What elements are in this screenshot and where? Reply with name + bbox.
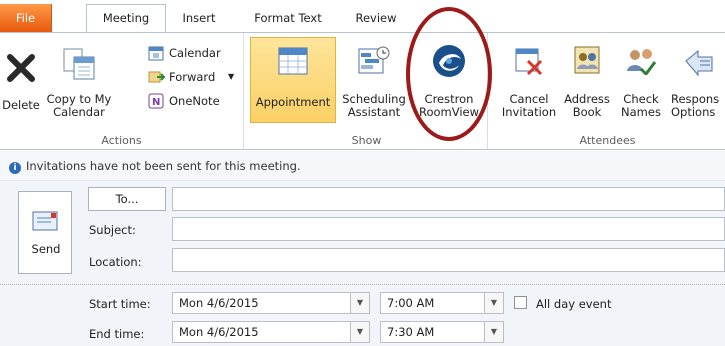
- appointment-icon: [278, 47, 308, 75]
- forward-icon: [148, 71, 166, 83]
- actions-group-label: Actions: [101, 134, 142, 147]
- end-date-chevron-icon[interactable]: ▼: [350, 321, 370, 343]
- copy-to-calendar-button[interactable]: Copy to My Calendar: [42, 39, 116, 123]
- scheduling-icon: [358, 46, 390, 74]
- check-names-icon: [627, 49, 657, 75]
- onenote-icon: N: [148, 93, 164, 109]
- scheduling-assistant-button[interactable]: Scheduling Assistant: [338, 39, 410, 123]
- ribbon: Delete Copy to My Calendar Calendar Forw…: [0, 7, 725, 150]
- copy-calendar-icon: [63, 48, 95, 80]
- tab-review[interactable]: Review: [346, 5, 406, 32]
- location-field[interactable]: [172, 248, 725, 272]
- cancel-invitation-icon: [515, 48, 543, 76]
- onenote-button[interactable]: N OneNote: [148, 91, 238, 111]
- response-options-icon: [685, 49, 713, 77]
- to-field[interactable]: [172, 187, 725, 211]
- send-icon: [32, 211, 58, 231]
- end-time-label: End time:: [89, 327, 145, 341]
- all-day-checkbox[interactable]: [514, 296, 527, 309]
- ribbon-tab-bar: File Meeting Insert Format Text Review: [0, 0, 725, 32]
- end-time-chevron-icon[interactable]: ▼: [484, 321, 504, 343]
- info-icon: i: [9, 162, 21, 174]
- attendees-group-label: Attendees: [579, 134, 636, 147]
- subject-field[interactable]: [172, 217, 725, 241]
- calendar-icon: [148, 46, 164, 61]
- start-time-dropdown[interactable]: 7:00 AM: [380, 292, 486, 314]
- calendar-button[interactable]: Calendar: [148, 43, 238, 63]
- start-date-dropdown[interactable]: Mon 4/6/2015: [172, 292, 352, 314]
- end-time-dropdown[interactable]: 7:30 AM: [380, 321, 486, 343]
- tab-insert[interactable]: Insert: [170, 5, 228, 32]
- subject-label: Subject:: [89, 223, 136, 237]
- attendees-group: Cancel Invitation Address Book Check Nam…: [490, 33, 725, 149]
- tab-file[interactable]: File: [0, 4, 52, 32]
- send-button[interactable]: Send: [18, 191, 72, 274]
- forward-button[interactable]: Forward ▼: [148, 67, 242, 87]
- location-label: Location:: [89, 255, 142, 269]
- chevron-down-icon: ▼: [228, 72, 235, 81]
- cancel-invitation-button[interactable]: Cancel Invitation: [498, 39, 560, 123]
- response-options-button[interactable]: Respons Options: [668, 39, 725, 123]
- info-bar: i Invitations have not been sent for thi…: [0, 151, 725, 181]
- annotation-circle: [406, 7, 492, 141]
- separator: [0, 284, 725, 285]
- end-date-dropdown[interactable]: Mon 4/6/2015: [172, 321, 352, 343]
- svg-text:N: N: [152, 97, 160, 108]
- delete-icon: [7, 54, 35, 82]
- address-book-icon: [574, 46, 600, 74]
- start-time-label: Start time:: [89, 297, 151, 311]
- start-date-chevron-icon[interactable]: ▼: [350, 292, 370, 314]
- all-day-label: All day event: [536, 297, 612, 311]
- appointment-button[interactable]: Appointment: [250, 37, 336, 123]
- address-book-button[interactable]: Address Book: [560, 39, 614, 123]
- meeting-form: Send To... Subject: Location: Start time…: [0, 181, 725, 346]
- delete-button[interactable]: Delete: [2, 39, 40, 123]
- start-time-chevron-icon[interactable]: ▼: [484, 292, 504, 314]
- tab-format-text[interactable]: Format Text: [240, 5, 336, 32]
- tab-meeting[interactable]: Meeting: [86, 4, 166, 32]
- actions-group: Delete Copy to My Calendar Calendar Forw…: [0, 33, 244, 149]
- to-button[interactable]: To...: [88, 187, 166, 211]
- info-text: Invitations have not been sent for this …: [26, 159, 301, 173]
- check-names-button[interactable]: Check Names: [616, 39, 666, 123]
